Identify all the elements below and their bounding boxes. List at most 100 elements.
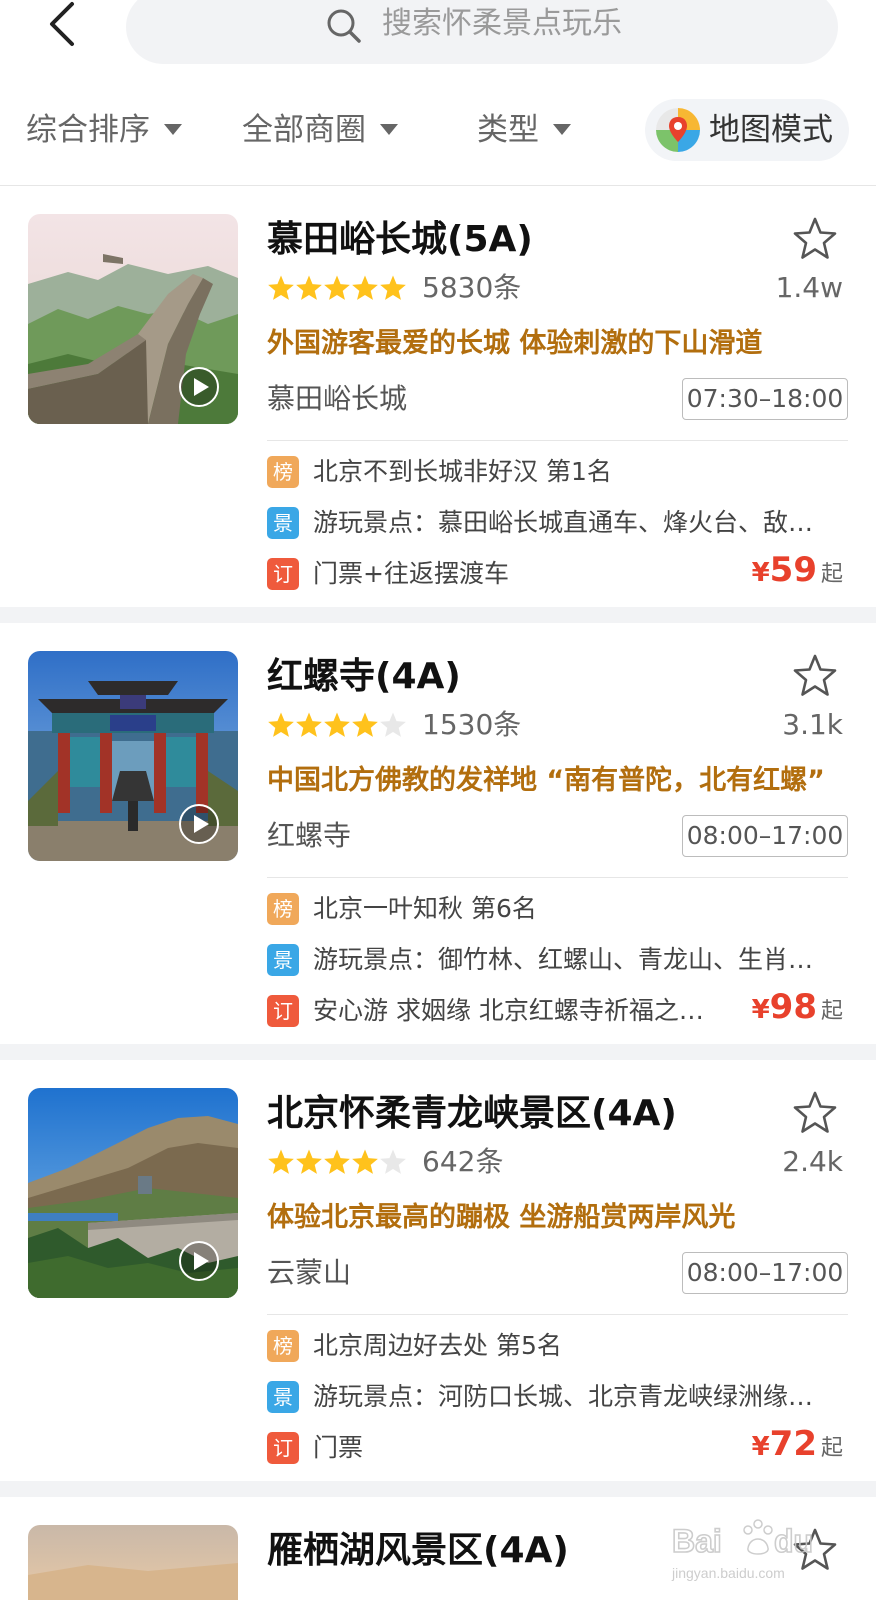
- review-count: 642条: [422, 1145, 504, 1178]
- rank-badge: 榜: [267, 456, 299, 488]
- price-currency: ¥: [751, 1432, 770, 1462]
- popularity-count: 3.1k: [782, 708, 843, 741]
- order-text: 门票+往返摆渡车: [313, 559, 509, 588]
- search-placeholder: 搜索怀柔景点玩乐: [382, 6, 622, 41]
- listing-tagline: 体验北京最高的蹦极 坐游船赏两岸风光: [267, 1202, 736, 1233]
- price-value: 98: [769, 987, 817, 1027]
- back-button[interactable]: [42, 0, 82, 50]
- scenic-badge: 景: [267, 1381, 299, 1413]
- baidu-logo-icon: Bai du jingyan.baidu.com: [671, 1519, 814, 1581]
- type-filter-label: 类型: [477, 112, 539, 148]
- svg-text:jingyan.baidu.com: jingyan.baidu.com: [671, 1565, 785, 1581]
- star-filled-icon: [352, 275, 378, 300]
- price[interactable]: ¥72 起: [752, 1424, 843, 1464]
- area-filter[interactable]: 全部商圈: [242, 108, 398, 152]
- price-currency: ¥: [751, 995, 770, 1025]
- order-badge: 订: [267, 1432, 299, 1464]
- popularity-count: 2.4k: [782, 1145, 843, 1178]
- star-filled-icon: [296, 1149, 322, 1174]
- price-suffix: 起: [820, 999, 843, 1024]
- rating-stars: [268, 712, 406, 737]
- star-filled-icon: [296, 712, 322, 737]
- scenic-badge: 景: [267, 507, 299, 539]
- listing-title[interactable]: 北京怀柔青龙峡景区(4A): [267, 1088, 677, 1140]
- price-value: 59: [769, 550, 817, 590]
- price[interactable]: ¥59 起: [752, 550, 843, 590]
- sort-filter-label: 综合排序: [26, 112, 150, 148]
- map-pin-icon: [656, 108, 700, 152]
- rank-badge: 榜: [267, 1330, 299, 1362]
- listing-tagline: 外国游客最爱的长城 体验刺激的下山滑道: [267, 328, 763, 359]
- order-text: 门票: [313, 1433, 364, 1462]
- search-icon: [327, 9, 361, 43]
- dropdown-arrow-icon: [164, 124, 182, 135]
- star-filled-icon: [352, 1149, 378, 1174]
- order-badge: 订: [267, 995, 299, 1027]
- listing-location: 红螺寺: [267, 819, 352, 852]
- star-filled-icon: [268, 1149, 294, 1174]
- listing-thumbnail[interactable]: [28, 1088, 238, 1298]
- review-count: 5830条: [422, 271, 522, 304]
- listing-title[interactable]: 雁栖湖风景区(4A): [267, 1525, 569, 1577]
- scenic-badge: 景: [267, 944, 299, 976]
- video-play-icon[interactable]: [178, 366, 220, 408]
- map-mode-label: 地图模式: [709, 112, 833, 148]
- rating-stars: [268, 1149, 406, 1174]
- star-empty-icon: [380, 1149, 406, 1174]
- price[interactable]: ¥98 起: [752, 987, 843, 1027]
- rating-stars: [268, 275, 406, 300]
- order-text: 安心游 求姻缘 北京红螺寺祈福之…: [313, 996, 704, 1025]
- dropdown-arrow-icon: [380, 124, 398, 135]
- listing-title[interactable]: 红螺寺(4A): [267, 651, 461, 703]
- order-badge: 订: [267, 558, 299, 590]
- listing-card[interactable]: 红螺寺(4A) 1530条 3.1k 中国北方佛教的发祥地 “南有普陀，北有红螺…: [0, 623, 876, 1044]
- star-filled-icon: [268, 712, 294, 737]
- star-empty-icon: [380, 712, 406, 737]
- price-suffix: 起: [820, 1436, 843, 1461]
- star-filled-icon: [380, 275, 406, 300]
- rank-text: 北京一叶知秋 第6名: [313, 894, 537, 923]
- lake-image: [28, 1525, 238, 1600]
- favorite-star-icon[interactable]: [792, 1090, 838, 1136]
- listing-title[interactable]: 慕田峪长城(5A): [267, 214, 533, 266]
- favorite-star-icon[interactable]: [792, 216, 838, 262]
- listing-thumbnail[interactable]: [28, 214, 238, 424]
- svg-text:Bai: Bai: [672, 1523, 722, 1559]
- opening-hours: 08:00–17:00: [682, 1252, 848, 1294]
- listing-card[interactable]: 慕田峪长城(5A) 5830条 1.4w 外国游客最爱的长城 体验刺激的下山滑道…: [0, 186, 876, 607]
- divider: [267, 877, 848, 878]
- video-play-icon[interactable]: [178, 1240, 220, 1282]
- scenic-text: 游玩景点：慕田峪长城直通车、烽火台、敌…: [313, 508, 814, 537]
- scenic-text: 游玩景点：御竹林、红螺山、青龙山、生肖…: [313, 945, 814, 974]
- dropdown-arrow-icon: [553, 124, 571, 135]
- rank-text: 北京不到长城非好汉 第1名: [313, 457, 612, 486]
- video-play-icon[interactable]: [178, 803, 220, 845]
- scenic-text: 游玩景点：河防口长城、北京青龙峡绿洲缘…: [313, 1382, 814, 1411]
- popularity-count: 1.4w: [775, 271, 843, 304]
- listing-tagline: 中国北方佛教的发祥地 “南有普陀，北有红螺”: [267, 765, 825, 796]
- listing-location: 慕田峪长城: [267, 382, 408, 415]
- star-filled-icon: [324, 275, 350, 300]
- listing-card[interactable]: 北京怀柔青龙峡景区(4A) 642条 2.4k 体验北京最高的蹦极 坐游船赏两岸…: [0, 1060, 876, 1481]
- favorite-star-icon[interactable]: [792, 653, 838, 699]
- rank-text: 北京周边好去处 第5名: [313, 1331, 562, 1360]
- search-bar[interactable]: 搜索怀柔景点玩乐: [126, 0, 838, 64]
- price-suffix: 起: [820, 562, 843, 587]
- listing-thumbnail[interactable]: [28, 651, 238, 861]
- listing-thumbnail[interactable]: [28, 1525, 238, 1600]
- star-filled-icon: [352, 712, 378, 737]
- area-filter-label: 全部商圈: [242, 112, 366, 148]
- star-filled-icon: [296, 275, 322, 300]
- price-value: 72: [769, 1424, 817, 1464]
- map-mode-button[interactable]: 地图模式: [645, 99, 849, 161]
- type-filter[interactable]: 类型: [477, 108, 571, 152]
- opening-hours: 07:30–18:00: [682, 378, 848, 420]
- star-filled-icon: [324, 712, 350, 737]
- price-currency: ¥: [751, 558, 770, 588]
- rank-badge: 榜: [267, 893, 299, 925]
- opening-hours: 08:00–17:00: [682, 815, 848, 857]
- sort-filter[interactable]: 综合排序: [26, 108, 182, 152]
- star-filled-icon: [324, 1149, 350, 1174]
- review-count: 1530条: [422, 708, 522, 741]
- divider: [267, 1314, 848, 1315]
